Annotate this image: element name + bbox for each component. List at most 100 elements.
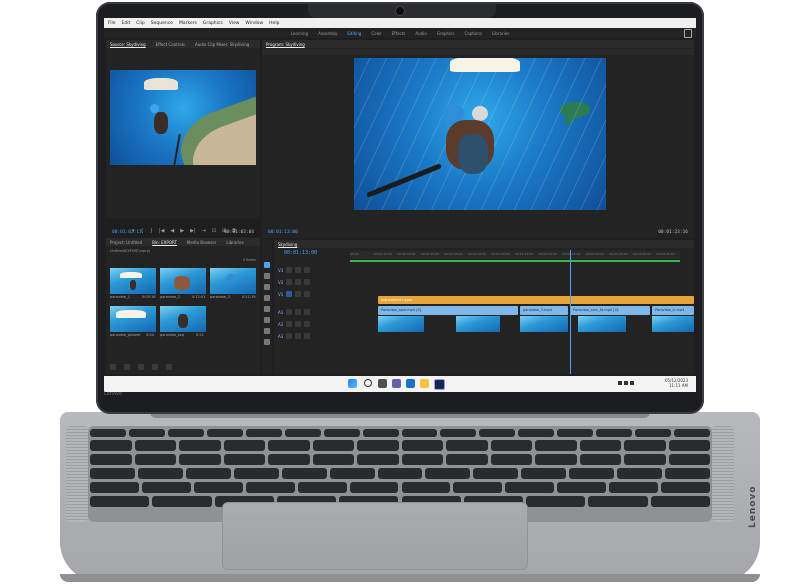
keyboard-key[interactable] (401, 440, 443, 451)
source-tab[interactable]: Effect Controls (156, 42, 185, 47)
keyboard-key[interactable] (312, 440, 354, 451)
menu-item-clip[interactable]: Clip (136, 21, 145, 26)
keyboard-key[interactable] (90, 429, 126, 437)
keyboard-key[interactable] (624, 454, 666, 465)
windows-start-icon[interactable] (348, 379, 357, 388)
keyboard-key[interactable] (479, 429, 516, 437)
thumb-paraview-seq[interactable] (160, 306, 206, 332)
edge-icon[interactable] (406, 379, 415, 388)
sync-icon[interactable] (295, 321, 302, 327)
keyboard-key[interactable] (518, 429, 555, 437)
keyboard-key[interactable] (661, 482, 710, 493)
thumb-paraview-1[interactable] (110, 268, 156, 294)
thumb-paraview-3[interactable] (210, 268, 256, 294)
sync-icon[interactable] (295, 267, 302, 273)
type-tool-icon[interactable] (264, 339, 270, 345)
keyboard-key[interactable] (635, 429, 672, 437)
icon-view-icon[interactable] (124, 364, 130, 370)
keyboard-key[interactable] (167, 429, 204, 437)
export-frame-icon[interactable]: ⧉ (232, 228, 236, 234)
keyboard-key[interactable] (134, 440, 176, 451)
menu-item-markers[interactable]: Markers (179, 21, 197, 26)
keyboard-key[interactable] (557, 482, 607, 493)
track-header-v2[interactable]: V2 (278, 278, 348, 286)
search-icon[interactable] (364, 379, 372, 387)
keyboard-key[interactable] (90, 482, 139, 493)
keyboard-key[interactable] (665, 468, 710, 479)
play-icon[interactable]: ▶ (180, 228, 184, 234)
keyboard-key[interactable] (377, 468, 423, 479)
source-tab[interactable]: Audio Clip Mixer: Skydiving (195, 42, 249, 47)
slip-tool-icon[interactable] (264, 306, 270, 312)
new-bin-icon[interactable] (138, 364, 144, 370)
track-header-a1[interactable]: A1 (278, 308, 348, 316)
menu-item-edit[interactable]: Edit (122, 21, 131, 26)
system-tray-icons[interactable] (618, 381, 640, 386)
track-select-icon[interactable] (264, 273, 270, 279)
workspace-tab-effects[interactable]: Effects (392, 31, 406, 36)
go-to-in-icon[interactable]: |◀ (159, 228, 165, 234)
keyboard-key[interactable] (268, 454, 310, 465)
keyboard-key[interactable] (193, 482, 243, 493)
mark-in-icon[interactable]: { (141, 228, 144, 234)
sync-icon[interactable] (295, 333, 302, 339)
eye-icon[interactable] (304, 333, 311, 339)
keyboard-key[interactable] (297, 482, 347, 493)
file-explorer-icon[interactable] (420, 379, 429, 388)
sync-icon[interactable] (295, 291, 302, 297)
menu-item-file[interactable]: File (108, 21, 116, 26)
selection-tool-icon[interactable] (264, 262, 270, 268)
volume-icon[interactable] (624, 381, 628, 385)
step-forward-icon[interactable]: ▶| (190, 228, 196, 234)
workspace-tab-audio[interactable]: Audio (415, 31, 426, 36)
keyboard-key[interactable] (152, 496, 212, 507)
keyboard-key[interactable] (281, 468, 327, 479)
workspace-tab-captions[interactable]: Captions (464, 31, 482, 36)
lock-icon[interactable] (286, 321, 293, 327)
keyboard-key[interactable] (490, 454, 532, 465)
eye-icon[interactable] (304, 291, 311, 297)
keyboard-key[interactable] (245, 429, 282, 437)
workspace-tab-assembly[interactable]: Assembly (318, 31, 337, 36)
keyboard-key[interactable] (206, 429, 243, 437)
keyboard-key[interactable] (535, 454, 577, 465)
project-tab[interactable]: Media Browser (187, 240, 217, 245)
keyboard-key[interactable] (268, 440, 310, 451)
lock-icon[interactable] (286, 309, 293, 315)
keyboard-key[interactable] (223, 454, 265, 465)
lock-icon[interactable] (286, 333, 293, 339)
keyboard-key[interactable] (401, 429, 438, 437)
keyboard-key[interactable] (473, 468, 519, 479)
keyboard-key[interactable] (401, 482, 451, 493)
workspace-tab-graphics[interactable]: Graphics (437, 31, 455, 36)
keyboard-key[interactable] (521, 468, 567, 479)
sync-icon[interactable] (295, 279, 302, 285)
project-tab[interactable]: Project: Untitled (110, 240, 142, 245)
clip-paraview-cam[interactable]: Paraview_cam_fd.mp4 [V] (570, 306, 650, 315)
keyboard-key[interactable] (90, 468, 135, 479)
workspace-tab-editing[interactable]: Editing (347, 31, 361, 36)
keyboard-key[interactable] (233, 468, 279, 479)
keyboard-key[interactable] (179, 454, 221, 465)
keyboard-key[interactable] (617, 468, 663, 479)
keyboard-key[interactable] (579, 440, 621, 451)
ripple-edit-icon[interactable] (264, 284, 270, 290)
workspace-tab-learning[interactable]: Learning (291, 31, 308, 36)
keyboard-key[interactable] (526, 496, 586, 507)
timeline-ruler[interactable]: 00:00 00:00:15:00 00:00:30:00 00:00:45:00 00… (350, 251, 680, 259)
tab-program[interactable]: Program: Skydiving (266, 42, 305, 47)
thumb-paraview-2[interactable] (160, 268, 206, 294)
keyboard-key[interactable] (134, 454, 176, 465)
keyboard-key[interactable] (425, 468, 471, 479)
menu-item-graphics[interactable]: Graphics (203, 21, 223, 26)
step-back-icon[interactable]: ◀ (170, 228, 174, 234)
program-ruler[interactable] (262, 49, 694, 55)
teams-icon[interactable] (392, 379, 401, 388)
insert-icon[interactable]: ⊡ (212, 228, 216, 234)
keyboard-key[interactable] (446, 454, 488, 465)
thumb-paraview-plsheet[interactable] (110, 306, 156, 332)
lock-icon[interactable] (286, 279, 293, 285)
new-item-icon[interactable] (152, 364, 158, 370)
keyboard-key[interactable] (668, 440, 710, 451)
track-header-a2[interactable]: A2 (278, 320, 348, 328)
